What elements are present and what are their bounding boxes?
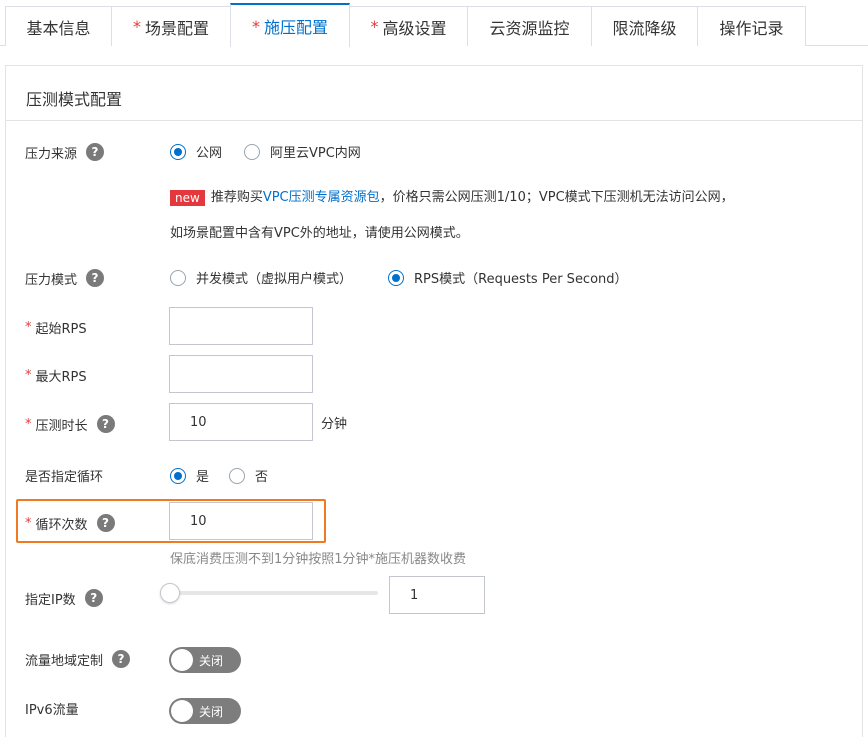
switch-text: 关闭 xyxy=(199,653,224,668)
loop-count-input[interactable]: 10 xyxy=(169,502,313,540)
tab-label: 场景配置 xyxy=(144,18,209,38)
panel-title: 压测模式配置 xyxy=(26,90,123,109)
tab-rate-limit[interactable]: 限流降级 xyxy=(591,6,698,46)
required-mark: * xyxy=(25,416,32,432)
new-badge: new xyxy=(170,189,205,206)
region-custom-switch[interactable]: 关闭 xyxy=(169,647,241,673)
pressure-mode-label-text: 压力模式 xyxy=(25,272,78,288)
note-prefix: 推荐购买 xyxy=(210,190,263,205)
radio-checked-icon xyxy=(388,269,404,286)
radio-concurrency-mode[interactable]: 并发模式（虚拟用户模式） xyxy=(170,268,352,287)
required-mark: * xyxy=(370,17,379,36)
tab-advanced-settings[interactable]: * 高级设置 xyxy=(349,6,468,46)
required-mark: * xyxy=(25,367,32,383)
help-icon[interactable]: ? xyxy=(86,143,105,161)
radio-unchecked-icon xyxy=(244,143,260,160)
tab-pressure-config[interactable]: * 施压配置 xyxy=(230,3,350,47)
radio-loop-yes[interactable]: 是 xyxy=(170,466,209,485)
pressure-source-label-text: 压力来源 xyxy=(25,146,78,162)
help-icon[interactable]: ? xyxy=(86,269,105,287)
tab-label: 限流降级 xyxy=(612,18,677,38)
ipv6-switch[interactable]: 关闭 xyxy=(169,698,241,724)
required-mark: * xyxy=(251,16,260,36)
loop-count-label-text: 循环次数 xyxy=(35,517,88,533)
radio-unchecked-icon xyxy=(170,269,186,286)
max-rps-input[interactable] xyxy=(169,355,313,393)
radio-label: RPS模式（Requests Per Second） xyxy=(414,272,628,287)
ipv6-label: IPv6流量 xyxy=(25,702,79,718)
help-icon[interactable]: ? xyxy=(96,415,115,433)
tab-label: 基本信息 xyxy=(26,18,91,38)
start-rps-label-text: 起始RPS xyxy=(35,321,87,337)
panel-header: 压测模式配置 xyxy=(6,66,862,121)
tab-label: 高级设置 xyxy=(382,18,447,38)
ip-count-slider[interactable] xyxy=(170,591,378,595)
radio-checked-icon xyxy=(170,467,186,484)
radio-label: 是 xyxy=(196,470,210,485)
loop-count-label: * 循环次数 ? xyxy=(25,512,115,534)
radio-public-network[interactable]: 公网 xyxy=(170,142,222,161)
max-rps-label: * 最大RPS xyxy=(25,366,87,385)
tab-bar: 基本信息 * 场景配置 * 施压配置 * 高级设置 云资源监控 限流降级 操作记录 xyxy=(0,0,868,47)
tab-label: 施压配置 xyxy=(263,18,328,37)
ip-count-input[interactable]: 1 xyxy=(389,576,485,614)
loop-label: 是否指定循环 xyxy=(25,469,104,485)
radio-label: 阿里云VPC内网 xyxy=(270,146,361,161)
required-mark: * xyxy=(25,515,32,531)
ip-count-label-text: 指定IP数 xyxy=(25,592,76,608)
radio-rps-mode[interactable]: RPS模式（Requests Per Second） xyxy=(388,268,628,287)
help-icon[interactable]: ? xyxy=(112,650,131,668)
ip-count-label: 指定IP数 ? xyxy=(25,587,103,609)
tab-scene-config[interactable]: * 场景配置 xyxy=(111,6,231,46)
switch-knob xyxy=(171,649,193,671)
start-rps-label: * 起始RPS xyxy=(25,318,87,337)
radio-loop-no[interactable]: 否 xyxy=(229,466,268,485)
help-icon[interactable]: ? xyxy=(96,514,115,532)
help-icon[interactable]: ? xyxy=(84,589,103,607)
radio-label: 并发模式（虚拟用户模式） xyxy=(196,272,353,287)
region-custom-label-text: 流量地域定制 xyxy=(25,653,104,669)
radio-vpc-network[interactable]: 阿里云VPC内网 xyxy=(244,142,361,161)
duration-input[interactable]: 10 xyxy=(169,403,313,441)
switch-text: 关闭 xyxy=(199,704,224,719)
vpc-package-link[interactable]: VPC压测专属资源包 xyxy=(263,190,380,205)
tab-label: 操作记录 xyxy=(719,18,784,38)
region-custom-label: 流量地域定制 ? xyxy=(25,648,131,670)
start-rps-input[interactable] xyxy=(169,307,313,345)
radio-label: 公网 xyxy=(196,146,223,161)
slider-handle[interactable] xyxy=(160,583,180,603)
radio-label: 否 xyxy=(255,470,269,485)
pressure-source-label: 压力来源 ? xyxy=(25,141,105,163)
duration-label: * 压测时长 ? xyxy=(25,413,115,435)
required-mark: * xyxy=(132,17,141,36)
required-mark: * xyxy=(25,319,32,335)
duration-unit: 分钟 xyxy=(321,417,348,432)
tab-cloud-monitor[interactable]: 云资源监控 xyxy=(467,6,592,46)
radio-checked-icon xyxy=(170,143,186,160)
pressure-mode-panel: 压测模式配置 xyxy=(5,65,863,737)
note-suffix: ，价格只需公网压测1/10；VPC模式下压测机无法访问公网， xyxy=(379,190,734,205)
tab-operation-log[interactable]: 操作记录 xyxy=(697,6,806,46)
switch-knob xyxy=(171,700,193,722)
pressure-mode-label: 压力模式 ? xyxy=(25,267,105,289)
tab-label: 云资源监控 xyxy=(489,18,570,38)
billing-hint: 保底消费压测不到1分钟按照1分钟*施压机器数收费 xyxy=(170,552,467,567)
vpc-note-line2: 如场景配置中含有VPC外的地址，请使用公网模式。 xyxy=(170,226,469,241)
vpc-recommendation-note: new 推荐购买VPC压测专属资源包，价格只需公网压测1/10；VPC模式下压测机… xyxy=(170,186,734,206)
radio-unchecked-icon xyxy=(229,467,245,484)
max-rps-label-text: 最大RPS xyxy=(35,369,87,385)
duration-label-text: 压测时长 xyxy=(35,418,88,434)
tab-basic-info[interactable]: 基本信息 xyxy=(5,6,112,46)
